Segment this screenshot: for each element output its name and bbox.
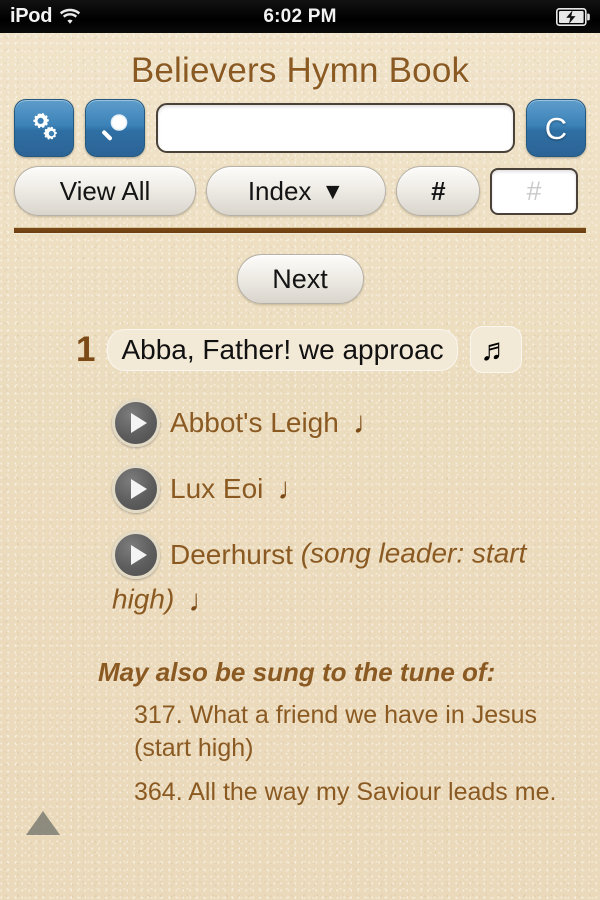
chevron-down-icon: ▼ <box>321 177 345 204</box>
play-icon[interactable] <box>112 399 160 447</box>
alt-tunes-header: May also be sung to the tune of: <box>98 657 496 688</box>
triangle-up-icon[interactable] <box>26 811 60 836</box>
toolbar: C View All Index ▼ # <box>0 99 600 234</box>
view-all-label: View All <box>59 175 151 206</box>
quarter-note-icon[interactable]: ♩ <box>277 471 308 506</box>
music-notes-icon[interactable]: ♬ <box>469 326 522 373</box>
hymn-number: 1 <box>76 330 96 369</box>
index-label: Index <box>247 175 312 206</box>
hash-button-label: # <box>430 175 446 206</box>
view-all-button[interactable]: View All <box>14 166 196 216</box>
tune-item: Deerhurst (song leader: start high) ♩ <box>14 531 586 623</box>
next-button-label: Next <box>272 263 328 294</box>
tune-name[interactable]: Lux Eoi <box>170 473 263 504</box>
status-bar: iPod 6:02 PM <box>0 0 600 33</box>
play-icon[interactable] <box>112 465 160 513</box>
page-title: Believers Hymn Book <box>130 51 470 90</box>
hymn-header-row: 1 Abba, Father! we approac ♬ <box>14 326 586 373</box>
hymn-title[interactable]: Abba, Father! we approac <box>107 328 458 371</box>
index-dropdown-button[interactable]: Index ▼ <box>206 166 386 216</box>
tune-item: Lux Eoi ♩ <box>14 465 586 513</box>
magnifier-icon <box>98 111 132 145</box>
quarter-note-icon[interactable]: ♩ <box>188 583 219 618</box>
alt-tune-item[interactable]: 317. What a friend we have in Jesus (sta… <box>134 699 574 765</box>
settings-button[interactable] <box>14 99 74 157</box>
next-button-row: Next <box>14 254 586 304</box>
alt-tune-item[interactable]: 364. All the way my Saviour leads me. <box>134 776 574 809</box>
play-icon[interactable] <box>112 531 160 579</box>
clock-label: 6:02 PM <box>263 5 337 27</box>
toolbar-row-filters: View All Index ▼ # <box>14 166 586 216</box>
search-input[interactable] <box>156 103 515 153</box>
clear-button-label: C <box>544 110 568 146</box>
search-button[interactable] <box>85 99 145 157</box>
toolbar-divider <box>14 227 586 234</box>
app-window: iPod 6:02 PM Believers Hymn Book C View … <box>0 0 600 900</box>
next-button[interactable]: Next <box>236 254 364 304</box>
tune-name[interactable]: Deerhurst <box>170 539 293 570</box>
tune-name[interactable]: Abbot's Leigh <box>170 407 339 438</box>
hash-button[interactable]: # <box>396 166 480 216</box>
hymn-number-input[interactable] <box>490 167 578 215</box>
tune-list: Abbot's Leigh ♩ Lux Eoi ♩ Deerhurst (song … <box>14 399 586 623</box>
gears-icon <box>27 111 61 145</box>
quarter-note-icon[interactable]: ♩ <box>353 405 384 440</box>
tune-item: Abbot's Leigh ♩ <box>14 399 586 447</box>
clear-button[interactable]: C <box>526 99 586 157</box>
toolbar-row-search: C <box>14 99 586 157</box>
content-area: Next 1 Abba, Father! we approac ♬ Abbot'… <box>0 254 600 836</box>
